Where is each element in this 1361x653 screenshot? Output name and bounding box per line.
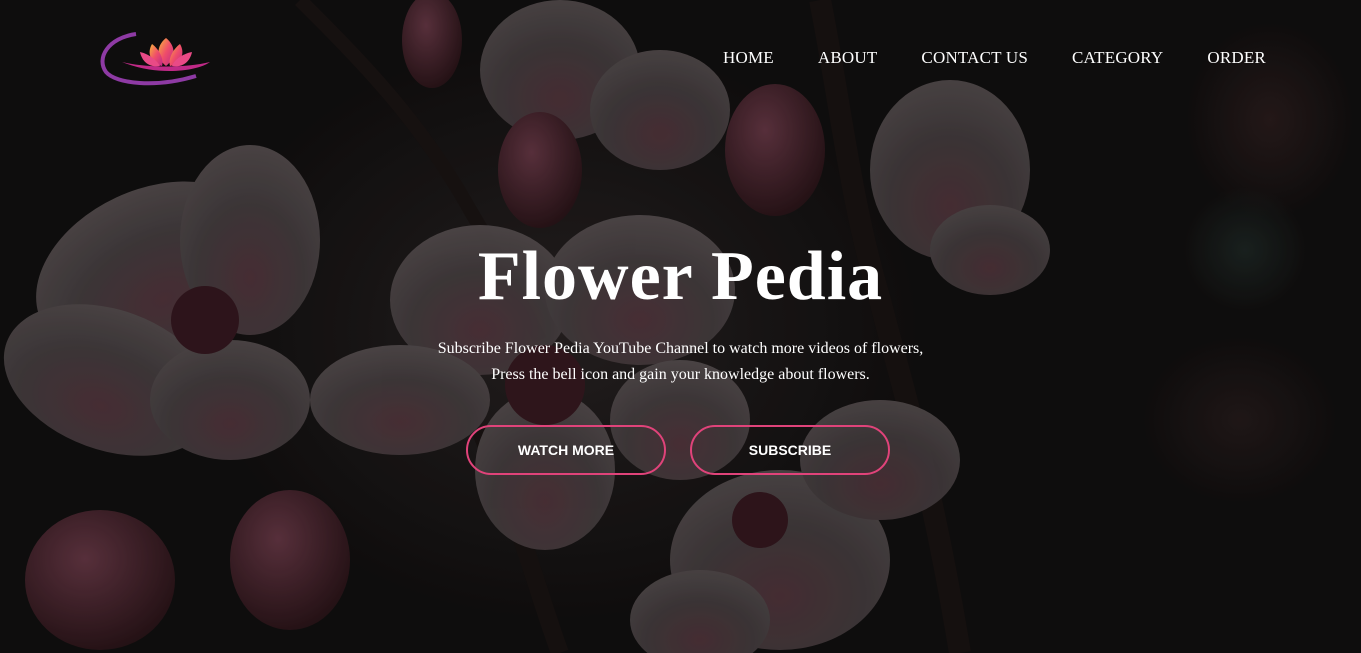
subscribe-button[interactable]: SUBSCRIBE [690,425,890,475]
watch-more-button[interactable]: WATCH MORE [466,425,666,475]
hero-description: Subscribe Flower Pedia YouTube Channel t… [0,336,1361,388]
nav-home[interactable]: HOME [723,48,774,68]
hero-title: Flower Pedia [477,238,884,315]
nav-contact-us[interactable]: CONTACT US [921,48,1028,68]
hero-description-line-1: Subscribe Flower Pedia YouTube Channel t… [437,340,924,357]
lotus-logo-icon[interactable] [96,28,214,90]
nav-order[interactable]: ORDER [1207,48,1266,68]
nav-about[interactable]: ABOUT [818,48,878,68]
main-nav: HOME ABOUT CONTACT US CATEGORY ORDER [700,48,1266,68]
hero-buttons: WATCH MORE SUBSCRIBE [466,425,914,475]
nav-category[interactable]: CATEGORY [1072,48,1163,68]
hero-section: Flower Pedia Subscribe Flower Pedia YouT… [0,230,1361,388]
site-header: HOME ABOUT CONTACT US CATEGORY ORDER [0,0,1361,120]
hero-description-line-2: Press the bell icon and gain your knowle… [491,366,870,383]
